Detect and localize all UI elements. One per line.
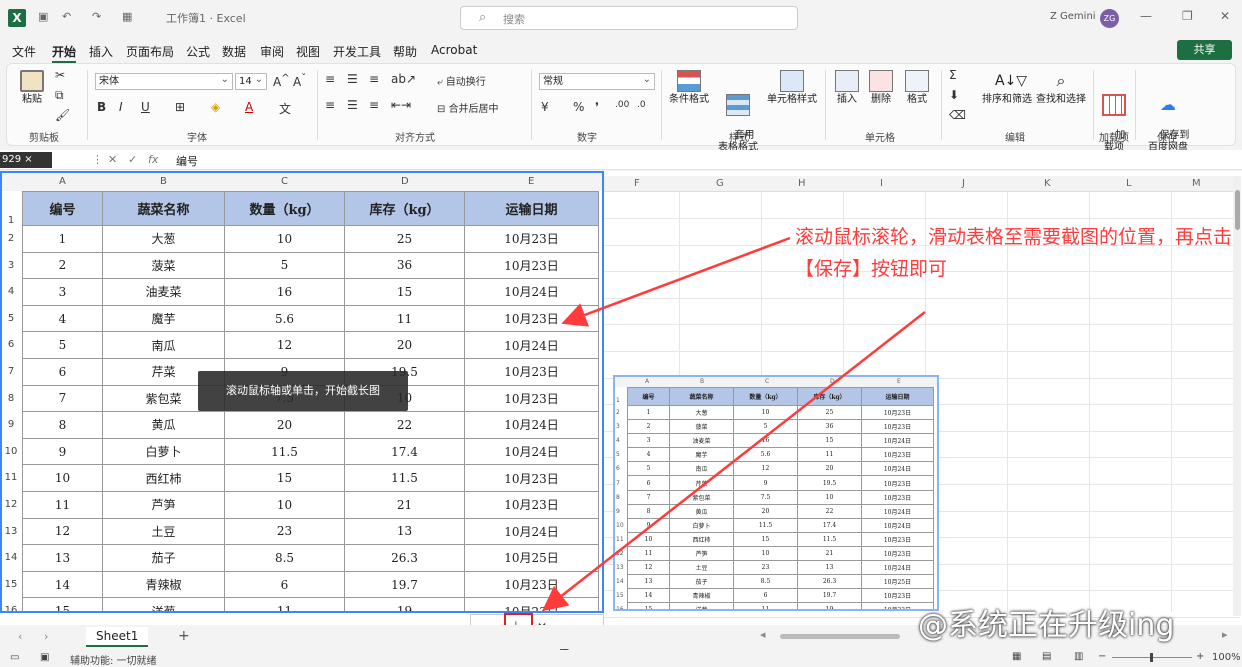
arrow-to-table [561,236,791,327]
ready-icon: ▭ [10,652,20,663]
watermark: @系统正在升级ing [918,608,1175,643]
next-sheet-icon[interactable]: › [44,630,48,643]
zoom-level[interactable]: 100% [1212,652,1241,663]
hscroll-right-icon[interactable]: ▸ [1222,628,1228,641]
prev-sheet-icon[interactable]: ‹ [18,630,22,643]
normal-view-icon[interactable]: ▦ [1012,651,1021,662]
macro-icon[interactable]: ▣ [40,652,49,663]
page-layout-icon[interactable]: ▤ [1042,651,1051,662]
zoom-in-icon[interactable]: + [1196,651,1204,662]
accessibility-status[interactable]: 辅助功能: 一切就绪 [70,652,157,667]
sheet-tab-sheet1[interactable]: Sheet1 [86,627,149,647]
zoom-out-icon[interactable]: − [1098,651,1106,662]
horizontal-scrollbar[interactable] [780,634,900,639]
arrow-to-save [542,311,926,612]
zoom-slider-thumb[interactable] [1150,653,1153,662]
add-sheet-icon[interactable]: + [178,628,190,644]
annotation-arrows [542,236,926,612]
status-bar: ▭ ▣ 辅助功能: 一切就绪 ▦ ▤ ▥ − + 100% [0,650,1242,667]
page-break-icon[interactable]: ▥ [1074,651,1083,662]
hscroll-left-icon[interactable]: ◂ [760,628,766,641]
